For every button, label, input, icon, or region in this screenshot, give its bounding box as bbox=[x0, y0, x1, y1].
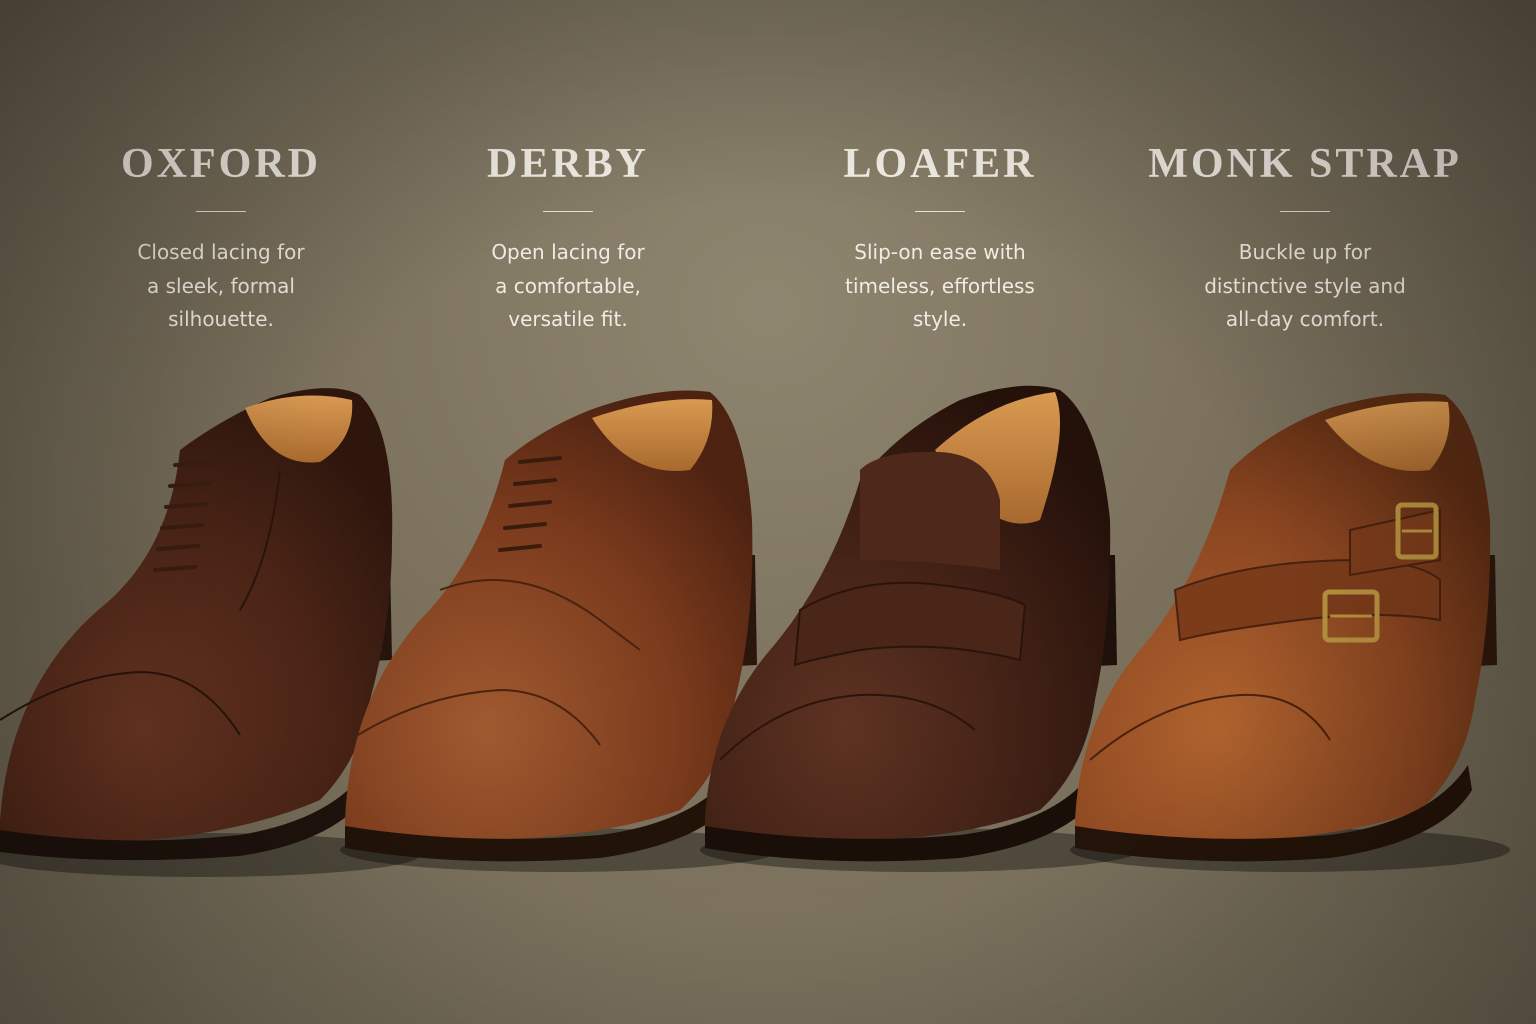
loafer-description: Slip-on ease with timeless, effortless s… bbox=[820, 236, 1060, 337]
monk-strap-shoe bbox=[1070, 393, 1510, 872]
loafer-description-line: timeless, effortless bbox=[845, 273, 1035, 298]
oxford-description: Closed lacing for a sleek, formal silhou… bbox=[101, 236, 341, 337]
oxford-description-line: silhouette. bbox=[168, 307, 274, 331]
loafer-description-line: Slip-on ease with bbox=[854, 240, 1026, 264]
loafer-divider bbox=[915, 211, 965, 212]
loafer-shoe bbox=[700, 385, 1140, 872]
loafer-description-line: style. bbox=[912, 307, 968, 331]
loafer-title: LOAFER bbox=[843, 141, 1037, 187]
oxford-title: OXFORD bbox=[121, 141, 321, 187]
derby-description-line: Open lacing for bbox=[491, 240, 645, 264]
monk-strap-description: Buckle up for distinctive style and all-… bbox=[1185, 236, 1425, 337]
derby-column: DERBY Open lacing for a comfortable, ver… bbox=[398, 138, 738, 337]
derby-description-line: a comfortable, bbox=[495, 273, 641, 298]
monk-strap-title: MONK STRAP bbox=[1148, 141, 1462, 187]
oxford-divider bbox=[196, 211, 246, 212]
monk-strap-description-line: Buckle up for bbox=[1238, 240, 1372, 264]
derby-description: Open lacing for a comfortable, versatile… bbox=[448, 236, 688, 337]
derby-title: DERBY bbox=[486, 141, 650, 187]
monk-strap-divider bbox=[1280, 211, 1330, 212]
oxford-column: OXFORD Closed lacing for a sleek, formal… bbox=[51, 138, 391, 337]
monk-strap-description-line: all-day comfort. bbox=[1225, 307, 1385, 331]
oxford-description-line: a sleek, formal bbox=[147, 273, 295, 298]
loafer-column: LOAFER Slip-on ease with timeless, effor… bbox=[770, 138, 1110, 337]
oxford-description-line: Closed lacing for bbox=[137, 240, 305, 264]
derby-divider bbox=[543, 211, 593, 212]
monk-strap-column: MONK STRAP Buckle up for distinctive sty… bbox=[1135, 138, 1475, 337]
monk-strap-description-line: distinctive style and bbox=[1204, 273, 1406, 298]
derby-description-line: versatile fit. bbox=[508, 307, 628, 331]
